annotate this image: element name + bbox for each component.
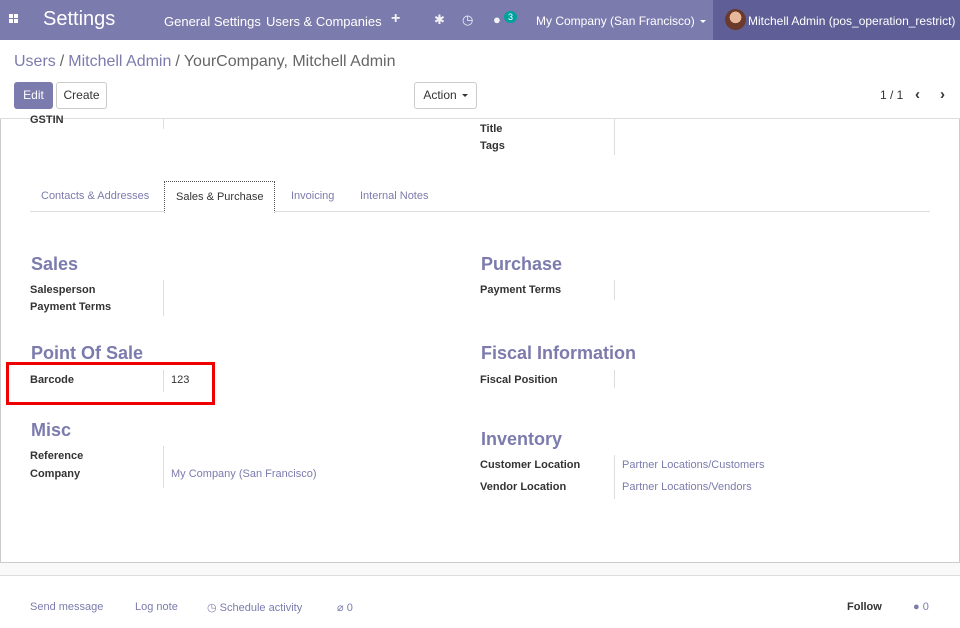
- company-value[interactable]: My Company (San Francisco): [171, 468, 317, 480]
- vendor-location-label: Vendor Location: [480, 481, 567, 493]
- tab-contacts-addresses[interactable]: Contacts & Addresses: [41, 190, 149, 202]
- tab-sales-purchase[interactable]: Sales & Purchase: [164, 181, 276, 213]
- edit-button[interactable]: Edit: [14, 82, 53, 109]
- chat-icon[interactable]: ●: [493, 12, 501, 27]
- title-label: Title: [480, 123, 503, 135]
- schedule-activity-label: Schedule activity: [219, 602, 303, 614]
- sales-payment-terms-label: Payment Terms: [30, 301, 112, 313]
- control-panel: Users / Mitchell Admin / YourCompany, Mitche…: [0, 40, 960, 119]
- company-switcher[interactable]: My Company (San Francisco): [536, 14, 706, 28]
- top-navbar: Settings General Settings Users & Compan…: [0, 0, 960, 40]
- breadcrumb-current: YourCompany, Mitchell Admin: [183, 53, 396, 70]
- barcode-highlight-box: [6, 362, 215, 405]
- app-title: Settings: [43, 8, 116, 30]
- purchase-payment-terms-label: Payment Terms: [480, 284, 562, 296]
- salesperson-label: Salesperson: [30, 284, 96, 296]
- chat-badge: 3: [504, 11, 518, 23]
- customer-location-value[interactable]: Partner Locations/Customers: [622, 459, 764, 471]
- avatar: [725, 9, 746, 30]
- pos-heading: Point Of Sale: [31, 343, 144, 363]
- user-icon: ●: [913, 601, 923, 613]
- tab-internal-notes[interactable]: Internal Notes: [360, 190, 428, 202]
- send-message-button[interactable]: Send message: [30, 601, 103, 613]
- followers-count: 0: [922, 601, 929, 613]
- pager-prev-icon[interactable]: ‹: [915, 86, 920, 103]
- misc-heading: Misc: [31, 420, 72, 440]
- menu-general-settings[interactable]: General Settings: [164, 14, 261, 29]
- pager-next-icon[interactable]: ›: [940, 86, 945, 103]
- sales-heading: Sales: [31, 254, 79, 274]
- user-menu[interactable]: Mitchell Admin (pos_operation_restrict): [713, 0, 960, 40]
- notebook-tabs: Contacts & Addresses Sales & Purchase In…: [30, 181, 930, 213]
- clock-icon[interactable]: ◷: [462, 12, 473, 28]
- chevron-down-icon: [461, 94, 468, 98]
- tab-invoicing[interactable]: Invoicing: [291, 190, 334, 202]
- gstin-label: GSTIN: [30, 114, 64, 126]
- company-label: Company: [30, 468, 81, 480]
- fiscal-position-label: Fiscal Position: [480, 374, 558, 386]
- breadcrumb: Users / Mitchell Admin / YourCompany, Mitche…: [14, 53, 396, 70]
- paperclip-icon: ⌀: [337, 602, 347, 614]
- inventory-heading: Inventory: [481, 429, 563, 449]
- chevron-down-icon: [699, 20, 706, 24]
- attachments-count: 0: [346, 602, 353, 614]
- tags-label: Tags: [480, 140, 505, 152]
- apps-menu-icon[interactable]: [8, 13, 22, 27]
- vendor-location-value[interactable]: Partner Locations/Vendors: [622, 481, 752, 493]
- menu-users-companies[interactable]: Users & Companies: [266, 14, 382, 29]
- action-dropdown[interactable]: Action: [414, 82, 477, 109]
- follow-button[interactable]: Follow: [847, 601, 882, 613]
- bug-icon[interactable]: ✱: [434, 12, 445, 28]
- plus-icon[interactable]: +: [391, 10, 400, 28]
- followers-button[interactable]: ● 0: [913, 601, 929, 613]
- chatter: Send message Log note ◷ Schedule activit…: [0, 575, 960, 628]
- user-name: Mitchell Admin (pos_operation_restrict): [748, 14, 956, 28]
- breadcrumb-mitchell-admin[interactable]: Mitchell Admin: [68, 53, 171, 70]
- create-button[interactable]: Create: [56, 82, 107, 109]
- customer-location-label: Customer Location: [480, 459, 581, 471]
- fiscal-heading: Fiscal Information: [481, 343, 637, 363]
- pager-value: 1 / 1: [880, 88, 904, 102]
- attachments-button[interactable]: ⌀ 0: [337, 601, 353, 614]
- reference-label: Reference: [30, 450, 84, 462]
- log-note-button[interactable]: Log note: [135, 601, 178, 613]
- schedule-activity-button[interactable]: ◷ Schedule activity: [207, 601, 302, 614]
- breadcrumb-users[interactable]: Users: [14, 53, 56, 70]
- company-name: My Company (San Francisco): [536, 14, 695, 28]
- action-label: Action: [423, 88, 457, 102]
- purchase-heading: Purchase: [481, 254, 563, 274]
- clock-icon: ◷: [207, 602, 220, 614]
